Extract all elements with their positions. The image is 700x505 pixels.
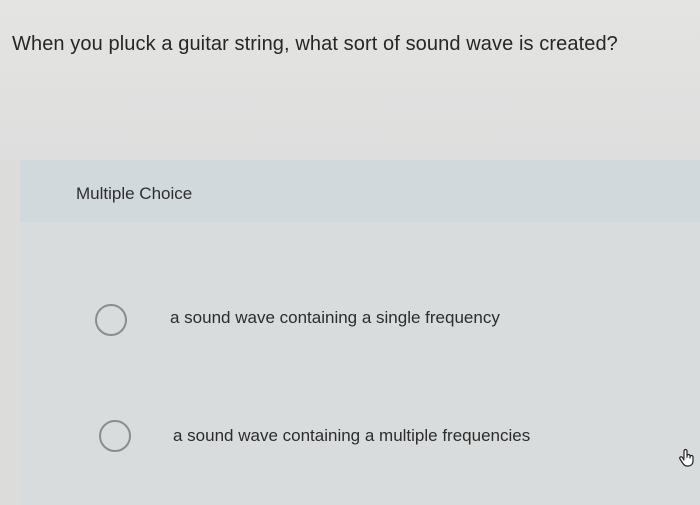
radio-button[interactable] [95, 304, 127, 336]
multiple-choice-panel: Multiple Choice a sound wave containing … [20, 160, 700, 505]
radio-button[interactable] [99, 420, 131, 452]
choices-header: Multiple Choice [20, 160, 700, 222]
choice-option-multiple-frequencies[interactable]: a sound wave containing a multiple frequ… [20, 408, 700, 468]
hand-pointer-icon [679, 448, 694, 467]
choices-header-label: Multiple Choice [76, 184, 193, 203]
choice-option-single-frequency[interactable]: a sound wave containing a single frequen… [20, 288, 700, 348]
question-area: When you pluck a guitar string, what sor… [0, 0, 700, 160]
choice-option-label[interactable]: a sound wave containing a single frequen… [170, 308, 500, 328]
question-text: When you pluck a guitar string, what sor… [12, 33, 618, 55]
choice-option-label[interactable]: a sound wave containing a multiple frequ… [173, 426, 530, 446]
